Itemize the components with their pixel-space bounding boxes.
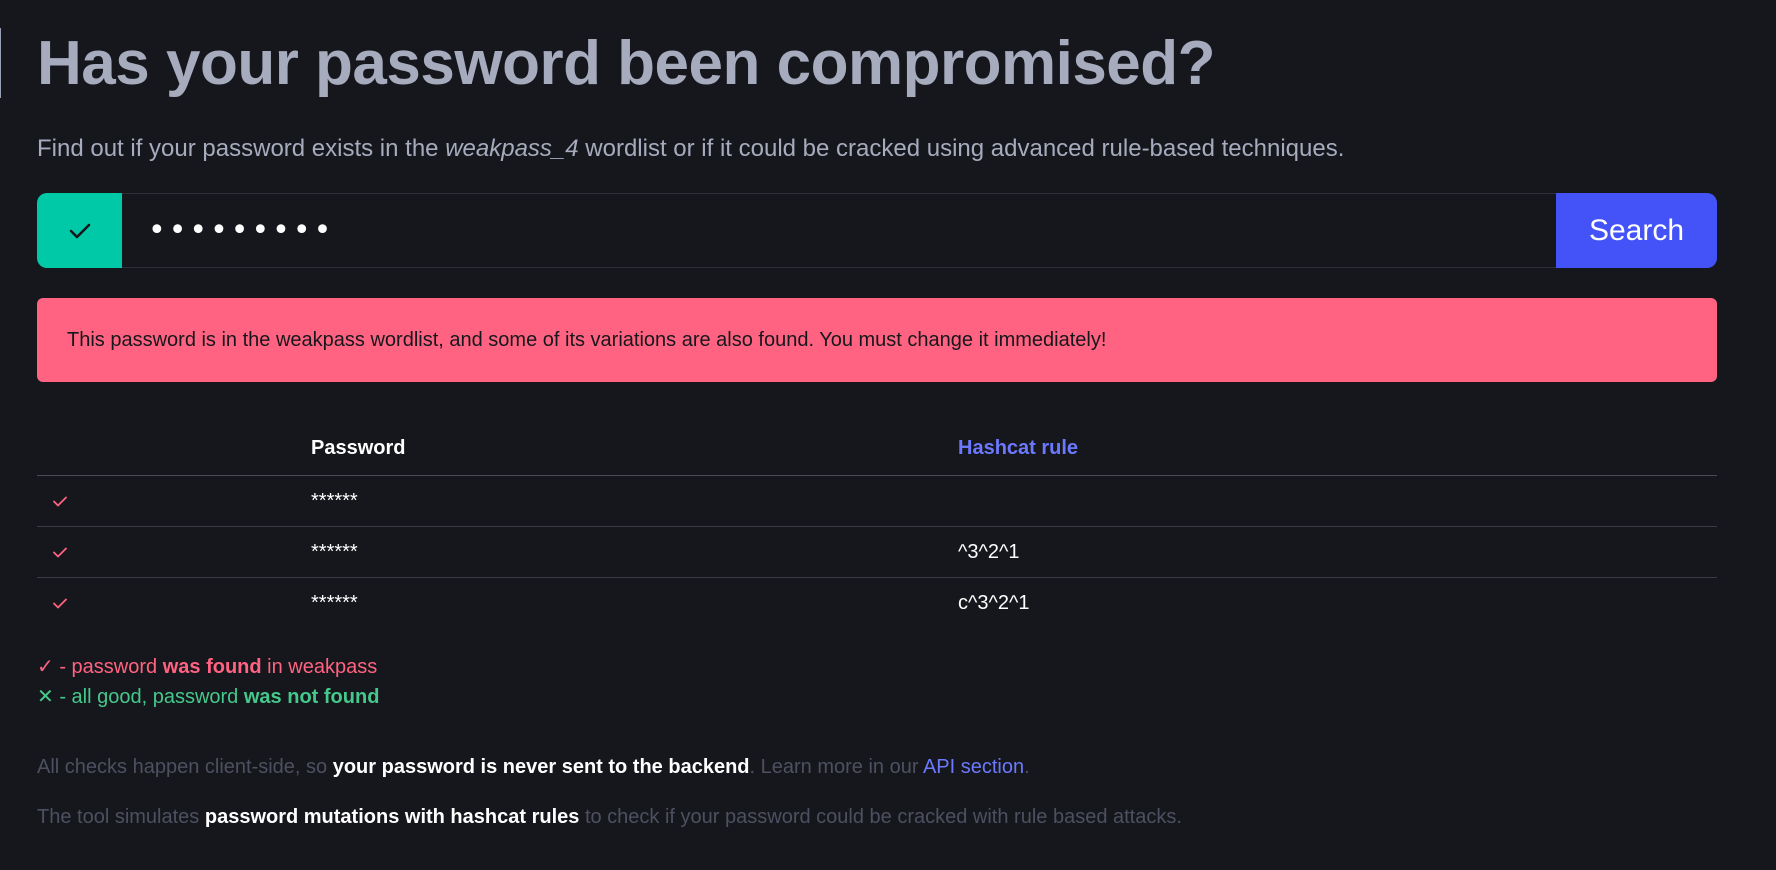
search-button[interactable]: Search — [1556, 193, 1717, 268]
note-emphasis: your password is never sent to the backe… — [332, 756, 750, 778]
table-row: ****** ^3^2^1 — [37, 526, 1717, 578]
legend: ✓ - password was found in weakpass ✕ - a… — [37, 652, 1739, 712]
alert-banner: This password is in the weakpass wordlis… — [37, 298, 1717, 382]
table-row: ****** — [37, 475, 1717, 527]
row-rule: c^3^2^1 — [958, 591, 1030, 614]
subtitle-text-end: wordlist or if it could be cracked using… — [578, 135, 1345, 162]
alert-text: This password is in the weakpass wordlis… — [67, 328, 1107, 351]
text-cursor — [0, 28, 1, 98]
legend-found-bold: was found — [162, 656, 262, 678]
page-subtitle: Find out if your password exists in the … — [37, 134, 1739, 164]
password-input[interactable] — [146, 212, 1556, 249]
rules-note: The tool simulates password mutations wi… — [37, 802, 1739, 832]
subtitle-text-start: Find out if your password exists in the — [37, 135, 446, 162]
note-text: . — [1024, 756, 1030, 778]
page-title: Has your password been compromised? — [37, 29, 1216, 98]
check-icon — [69, 223, 90, 238]
table-row: ****** c^3^2^1 — [37, 578, 1717, 629]
note-text: . Learn more in our — [749, 756, 923, 778]
privacy-note: All checks happen client-side, so your p… — [37, 752, 1739, 782]
legend-found-suffix: in weakpass — [261, 656, 378, 678]
row-rule — [958, 475, 1717, 527]
note-text: The tool simulates — [37, 806, 205, 828]
row-status — [37, 475, 311, 527]
row-status — [37, 526, 311, 578]
results-table: Password Hashcat rule ****** ****** ^3^2… — [37, 433, 1717, 628]
header-hashcat-rule: Hashcat rule — [958, 433, 1717, 476]
legend-found: ✓ - password was found in weakpass — [37, 652, 1739, 682]
legend-not-found-bold: was not found — [243, 686, 380, 708]
wordlist-name: weakpass_4 — [445, 135, 579, 162]
check-icon: ✓ — [37, 656, 54, 678]
search-bar: Search — [37, 193, 1717, 268]
legend-not-found-prefix: - all good, password — [53, 686, 244, 708]
header-status — [37, 433, 311, 476]
check-icon — [53, 598, 67, 608]
row-password: ****** — [311, 526, 958, 578]
header-password: Password — [311, 433, 958, 476]
table-header-row: Password Hashcat rule — [37, 433, 1717, 476]
check-icon — [53, 547, 67, 557]
api-section-link[interactable]: API section — [923, 756, 1024, 778]
password-field-wrapper — [122, 193, 1556, 268]
note-text: All checks happen client-side, so — [37, 756, 333, 778]
legend-not-found: ✕ - all good, password was not found — [37, 682, 1739, 712]
row-status — [37, 578, 311, 629]
row-password: ****** — [311, 475, 958, 527]
row-rule: ^3^2^1 — [958, 526, 1717, 578]
note-text: to check if your password could be crack… — [579, 806, 1182, 828]
cross-icon: ✕ — [37, 686, 54, 708]
page: Has your password been compromised? Find… — [0, 0, 1776, 870]
legend-found-prefix: - password — [53, 656, 163, 678]
check-icon — [53, 496, 67, 506]
status-indicator — [37, 193, 122, 268]
row-password: ****** — [311, 591, 358, 614]
note-emphasis: password mutations with hashcat rules — [204, 806, 580, 828]
